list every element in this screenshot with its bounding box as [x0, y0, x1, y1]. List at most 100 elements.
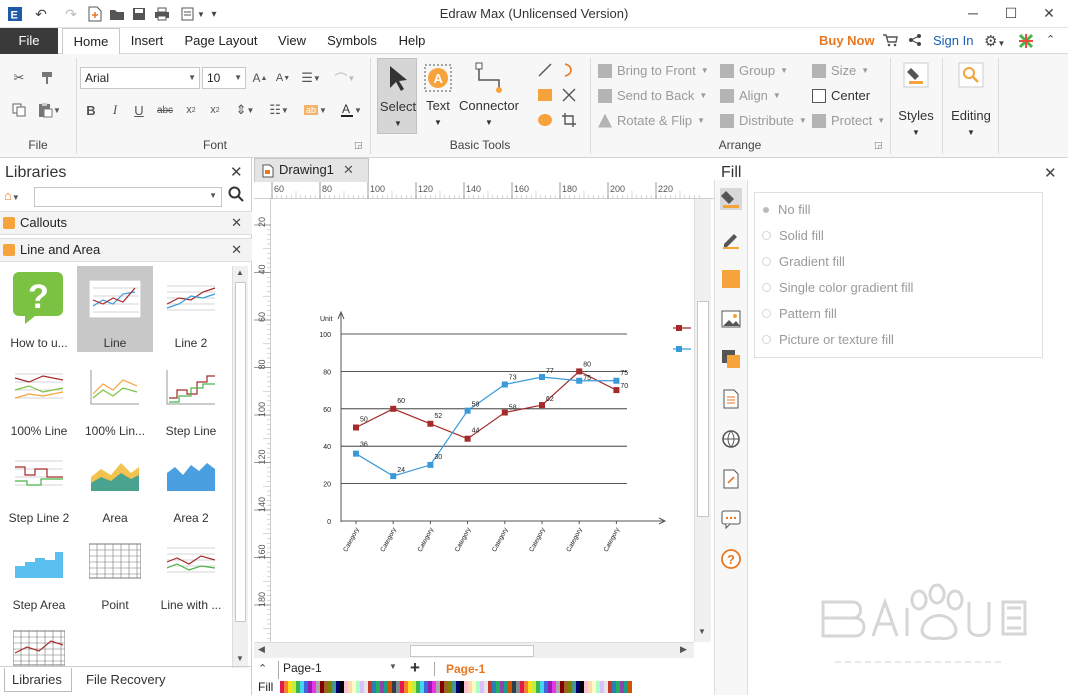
center-button[interactable]: Center — [812, 88, 870, 103]
protect-button[interactable]: Protect ▼ — [812, 113, 885, 128]
fill-panel-close-icon[interactable]: ✕ — [1044, 164, 1057, 182]
chart-data-point[interactable] — [427, 420, 434, 427]
chart-data-point[interactable] — [390, 405, 397, 412]
attachment-icon[interactable] — [720, 468, 742, 490]
library-scroll-thumb[interactable] — [235, 282, 246, 622]
subscript-icon[interactable]: x2 — [180, 100, 202, 120]
page-tab[interactable]: Page-1 — [446, 662, 485, 676]
chart-data-point[interactable] — [539, 402, 545, 409]
chart-data-point[interactable] — [464, 435, 471, 442]
chart-data-point[interactable] — [427, 461, 434, 468]
font-size-select[interactable]: 10 ▼ — [202, 67, 246, 89]
bullets-icon[interactable]: ☷ ▼ — [264, 100, 294, 120]
shape-step-area[interactable]: Step Area — [1, 528, 77, 614]
close-window-icon[interactable]: ✕ — [1034, 2, 1064, 24]
text-tool-button[interactable]: A Text ▼ — [420, 58, 456, 134]
font-dialog-launcher-icon[interactable]: ◲ — [354, 140, 363, 151]
shape-line-2[interactable]: Line 2 — [153, 266, 229, 352]
add-page-icon[interactable]: + — [410, 658, 420, 678]
size-button[interactable]: Size ▼ — [812, 63, 869, 78]
superscript-icon[interactable]: x2 — [204, 100, 226, 120]
sign-in-link[interactable]: Sign In — [933, 33, 973, 48]
shrink-font-icon[interactable]: A ▼ — [272, 68, 294, 88]
library-search-icon[interactable] — [228, 186, 244, 207]
chart-data-point[interactable] — [390, 473, 397, 480]
close-document-icon[interactable]: ✕ — [343, 159, 354, 181]
editing-button[interactable]: Editing ▼ — [948, 60, 994, 140]
buy-now-link[interactable]: Buy Now — [819, 33, 875, 48]
cart-icon[interactable] — [882, 33, 898, 50]
shape-100-line-2[interactable]: 100% Lin... — [77, 354, 153, 440]
collapse-page-bar-icon[interactable]: ⌃ — [258, 662, 267, 675]
comment-icon[interactable] — [720, 508, 742, 530]
libraries-close-icon[interactable]: ✕ — [230, 163, 243, 181]
canvas-vscroll-thumb[interactable] — [697, 301, 709, 517]
cut-icon[interactable]: ✂ — [8, 68, 30, 88]
styles-button[interactable]: Styles ▼ — [894, 60, 938, 140]
file-menu[interactable]: File — [0, 28, 58, 54]
close-line-area-icon[interactable]: ✕ — [231, 239, 242, 261]
file-recovery-tab[interactable]: File Recovery — [86, 672, 165, 687]
collapse-ribbon-icon[interactable]: ⌃ — [1046, 33, 1055, 46]
shape-step-line[interactable]: Step Line — [153, 354, 229, 440]
chart-data-point[interactable] — [353, 450, 359, 457]
underline-icon[interactable]: U — [128, 100, 150, 120]
help-icon[interactable]: ? — [720, 548, 742, 570]
color-swatches[interactable] — [280, 681, 634, 693]
group-button[interactable]: Group ▼ — [720, 63, 788, 78]
text-highlight-icon[interactable]: ab ▼ — [300, 100, 330, 120]
tab-insert[interactable]: Insert — [122, 28, 172, 54]
shape-line-with-markers[interactable]: Line with ... — [153, 528, 229, 614]
paste-icon[interactable]: ▼ — [34, 100, 64, 120]
align-button[interactable]: Align ▼ — [720, 88, 781, 103]
font-name-select[interactable]: Arial ▼ — [80, 67, 200, 89]
page-selector[interactable]: Page-1 ▼ — [278, 661, 398, 679]
fill-option-single-color-gradient[interactable]: Single color gradient fill — [762, 280, 913, 295]
tab-home[interactable]: Home — [62, 28, 120, 55]
shape-area-2[interactable]: Area 2 — [153, 441, 229, 527]
page-properties-icon[interactable] — [720, 388, 742, 410]
text-align-icon[interactable]: ☰ ▼ — [296, 68, 326, 88]
italic-icon[interactable]: I — [104, 100, 126, 120]
drawing-canvas[interactable]: 0 20 40 60 80 100 Unit Category Category Category… — [271, 199, 694, 642]
fill-tool-icon[interactable] — [720, 188, 742, 210]
grow-font-icon[interactable]: A ▲ — [249, 68, 271, 88]
share-icon[interactable] — [908, 33, 922, 50]
canvas-hscroll-thumb[interactable] — [410, 645, 534, 657]
layers-icon[interactable] — [720, 348, 742, 370]
maximize-icon[interactable]: ☐ — [996, 2, 1026, 24]
arc-tool-icon[interactable] — [558, 60, 580, 80]
theme-icon[interactable] — [1018, 33, 1034, 52]
color-swatch[interactable] — [628, 681, 632, 693]
chart-data-point[interactable] — [539, 374, 545, 381]
chart-data-point[interactable] — [353, 424, 359, 431]
canvas-vertical-scrollbar[interactable]: ▼ — [694, 199, 711, 642]
cross-line-tool-icon[interactable] — [558, 85, 580, 105]
chart-data-point[interactable] — [613, 387, 620, 394]
crop-tool-icon[interactable] — [558, 110, 580, 130]
fill-option-solid[interactable]: Solid fill — [762, 228, 824, 243]
library-home-icon[interactable]: ⌂▼ — [4, 188, 32, 206]
shape-line[interactable]: Line — [77, 266, 153, 352]
library-category-callouts[interactable]: Callouts ✕ — [0, 211, 252, 235]
library-category-line-and-area[interactable]: Line and Area ✕ — [0, 238, 252, 262]
bold-icon[interactable]: B — [80, 100, 102, 120]
fill-option-picture-texture[interactable]: Picture or texture fill — [762, 332, 894, 347]
rotate-flip-button[interactable]: Rotate & Flip ▼ — [598, 113, 705, 128]
ellipse-tool-icon[interactable] — [534, 110, 556, 130]
tab-help[interactable]: Help — [392, 28, 432, 54]
chart-data-point[interactable] — [576, 377, 583, 384]
shape-100-line[interactable]: 100% Line — [1, 354, 77, 440]
line-style-icon[interactable] — [720, 228, 742, 250]
document-tab[interactable]: Drawing1 ✕ — [254, 158, 369, 182]
send-to-back-button[interactable]: Send to Back ▼ — [598, 88, 707, 103]
select-tool-button[interactable]: Select ▼ — [377, 58, 417, 134]
tab-symbols[interactable]: Symbols — [322, 28, 382, 54]
line-tool-icon[interactable] — [534, 60, 556, 80]
close-callouts-icon[interactable]: ✕ — [231, 212, 242, 234]
libraries-bottom-tab[interactable]: Libraries — [12, 672, 62, 687]
fill-option-no-fill[interactable]: No fill — [762, 202, 811, 217]
chart-data-point[interactable] — [464, 407, 471, 414]
shape-more[interactable] — [1, 615, 77, 666]
image-icon[interactable] — [720, 308, 742, 330]
